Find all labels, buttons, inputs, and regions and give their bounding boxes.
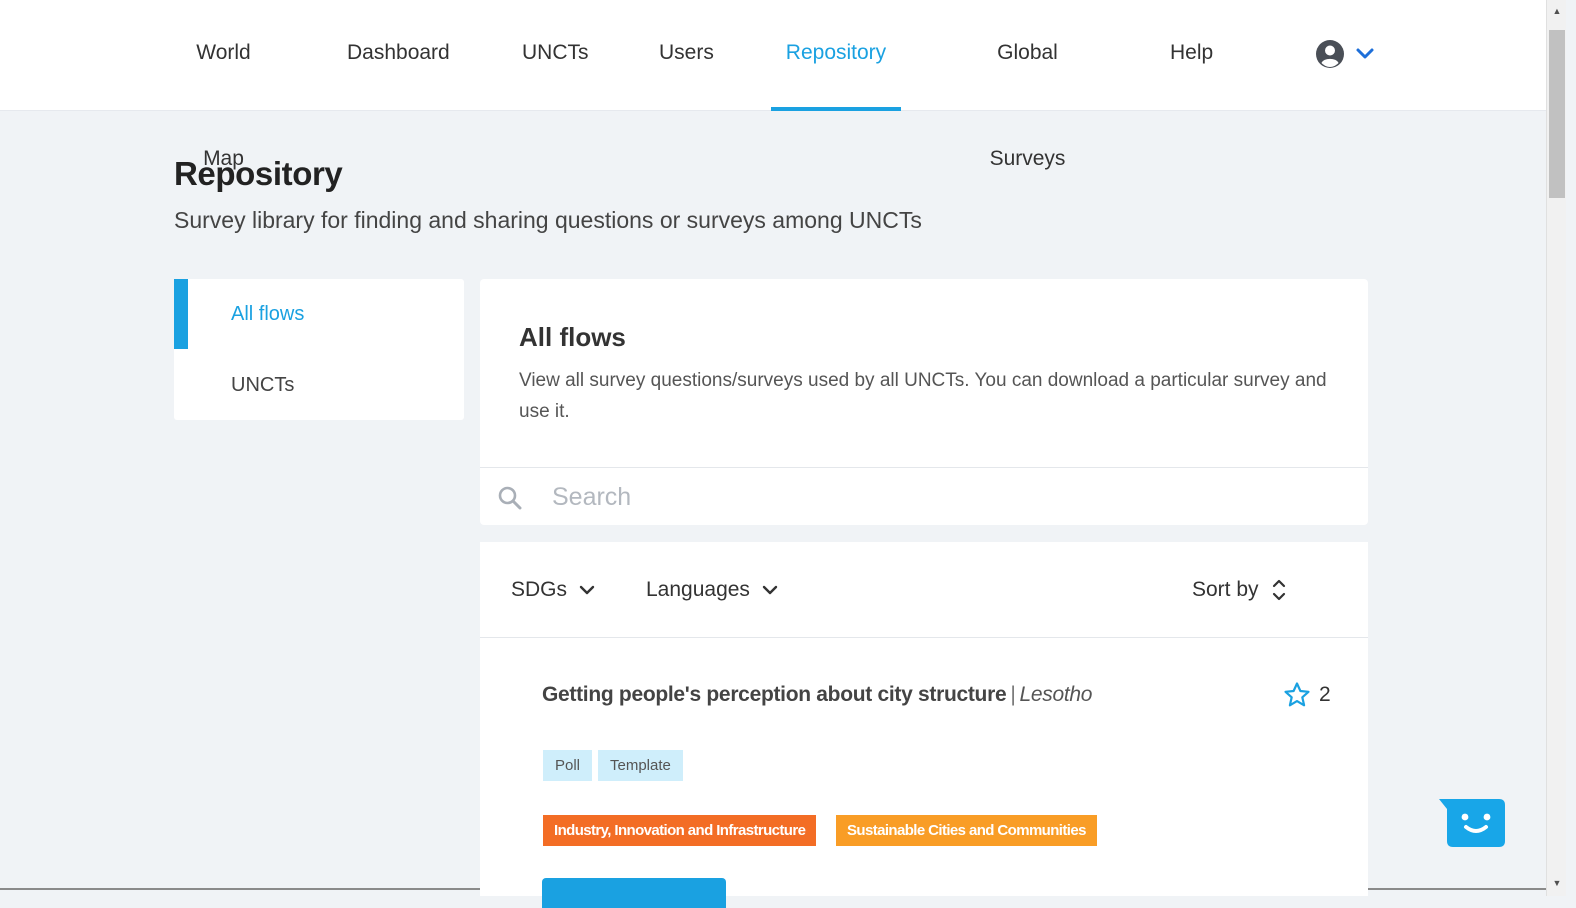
type-tag-template: Template [598,750,683,781]
page-subtitle: Survey library for finding and sharing q… [174,207,922,233]
section-description: View all survey questions/surveys used b… [519,370,1327,422]
nav-dashboard[interactable]: Dashboard [347,0,450,111]
star-icon[interactable] [1283,681,1311,709]
section-title: All flows [519,322,626,352]
sort-arrows-icon [1272,579,1285,601]
chatbot-face-icon [1439,799,1505,847]
sidebar-item-all-flows[interactable]: All flows [174,279,464,349]
top-navigation: World Map Dashboard UNCTs Users Reposito… [0,0,1546,170]
nav-uncts[interactable]: UNCTs [522,0,589,111]
account-circle-icon [1316,40,1344,68]
sort-by-control[interactable]: Sort by [1192,576,1287,604]
search-icon [498,486,522,510]
sdg-tag-sustainable-cities: Sustainable Cities and Communities [836,815,1097,846]
search-input[interactable] [552,474,1332,520]
user-menu[interactable] [1315,38,1375,70]
survey-country: Lesotho [1019,683,1093,706]
nav-help[interactable]: Help [1170,0,1213,111]
sidebar-item-uncts[interactable]: UNCTs [174,350,464,420]
type-tag-poll: Poll [543,750,593,781]
nav-global-surveys[interactable]: Global Surveys [959,0,1096,170]
scrollbar-thumb[interactable] [1549,30,1565,198]
chevron-down-icon [762,585,778,595]
chevron-down-icon [579,585,595,595]
scroll-down-arrow-icon[interactable]: ▼ [1547,874,1567,892]
chevron-down-icon [1356,48,1374,59]
search-bar [480,467,1368,525]
sdg-tag-industry: Industry, Innovation and Infrastructure [543,815,817,846]
nav-users[interactable]: Users [659,0,714,111]
nav-world-map[interactable]: World Map [173,0,274,170]
languages-filter-label: Languages [646,578,750,601]
languages-filter-dropdown[interactable]: Languages [646,576,778,604]
star-count: 2 [1319,683,1331,706]
sidebar: All flows UNCTs [174,279,464,420]
survey-title-link[interactable]: Getting people's perception about city s… [542,683,1007,706]
title-separator: | [1010,683,1016,706]
sdgs-filter-label: SDGs [511,578,568,601]
result-title-row[interactable]: Getting people's perception about city s… [542,683,1092,707]
page-scrollbar[interactable]: ▲ ▼ [1546,0,1566,896]
star-rating[interactable]: 2 [1283,681,1331,709]
sdgs-filter-dropdown[interactable]: SDGs [511,576,595,604]
chat-widget-button[interactable] [1437,797,1507,849]
flows-header-card: All flows View all survey questions/surv… [480,279,1368,467]
page-title: Repository [174,155,343,192]
filter-bar: SDGs Languages Sort by [480,542,1368,638]
download-button[interactable] [542,878,726,908]
scroll-up-arrow-icon[interactable]: ▲ [1547,2,1567,20]
nav-repository[interactable]: Repository [771,0,901,111]
sort-by-label: Sort by [1192,578,1259,601]
results-list: Getting people's perception about city s… [480,638,1368,908]
